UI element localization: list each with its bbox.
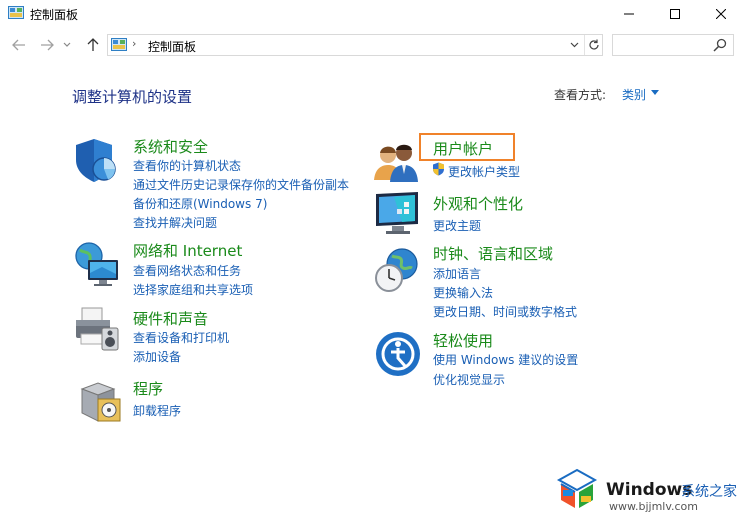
link-change-input-method[interactable]: 更换输入法: [433, 284, 493, 301]
caret-down-icon[interactable]: [651, 90, 659, 95]
category-ease-of-access[interactable]: 轻松使用: [433, 330, 493, 351]
minimize-icon: [624, 13, 634, 15]
link-add-device[interactable]: 添加设备: [133, 348, 181, 365]
title-bar: 控制面板: [0, 0, 744, 28]
ease-of-access-icon[interactable]: [374, 330, 424, 380]
link-change-theme[interactable]: 更改主题: [433, 217, 481, 234]
link-file-history-backup[interactable]: 通过文件历史记录保存你的文件备份副本: [133, 176, 349, 193]
category-hardware-sound[interactable]: 硬件和声音: [133, 308, 208, 329]
chevron-down-icon: [63, 42, 71, 47]
clock-globe-icon[interactable]: [372, 246, 422, 296]
link-homegroup-sharing[interactable]: 选择家庭组和共享选项: [133, 281, 253, 298]
watermark-brand-suffix: 系统之家: [681, 484, 737, 500]
link-recommended-settings[interactable]: 使用 Windows 建议的设置: [433, 351, 578, 368]
minimize-button[interactable]: [606, 0, 652, 28]
category-appearance-personalization[interactable]: 外观和个性化: [433, 193, 523, 214]
recent-locations-button[interactable]: [60, 34, 74, 56]
category-system-security[interactable]: 系统和安全: [133, 136, 208, 157]
link-change-date-time-format[interactable]: 更改日期、时间或数字格式: [433, 303, 577, 320]
uac-shield-icon: [433, 162, 444, 176]
back-button[interactable]: [8, 34, 30, 56]
link-network-status[interactable]: 查看网络状态和任务: [133, 262, 241, 279]
search-input[interactable]: [612, 34, 734, 56]
link-uninstall-program[interactable]: 卸载程序: [133, 402, 181, 419]
forward-button[interactable]: [36, 34, 58, 56]
control-panel-icon: [8, 6, 24, 19]
refresh-icon: [588, 39, 599, 50]
programs-box-icon[interactable]: [76, 377, 126, 427]
forward-arrow-icon: [41, 39, 54, 51]
page-title: 调整计算机的设置: [72, 88, 193, 106]
security-shield-icon[interactable]: [72, 136, 122, 186]
category-network-internet[interactable]: 网络和 Internet: [133, 240, 242, 261]
category-user-accounts[interactable]: 用户帐户: [433, 138, 493, 159]
link-devices-printers[interactable]: 查看设备和打印机: [133, 329, 229, 346]
link-optimize-visual-display[interactable]: 优化视觉显示: [433, 371, 505, 388]
network-globe-icon[interactable]: [72, 240, 122, 290]
maximize-button[interactable]: [652, 0, 698, 28]
window-title: 控制面板: [30, 8, 79, 22]
back-arrow-icon: [12, 39, 25, 51]
breadcrumb-control-panel[interactable]: 控制面板: [148, 38, 196, 55]
address-dropdown-button[interactable]: [566, 36, 582, 54]
close-button[interactable]: [698, 0, 744, 28]
category-clock-language-region[interactable]: 时钟、语言和区域: [433, 243, 553, 264]
maximize-icon: [670, 9, 680, 19]
link-backup-restore[interactable]: 备份和还原(Windows 7): [133, 195, 267, 212]
refresh-button[interactable]: [584, 35, 602, 55]
up-arrow-icon: [87, 38, 99, 51]
monitor-icon[interactable]: [372, 188, 422, 238]
link-troubleshoot[interactable]: 查找并解决问题: [133, 214, 217, 231]
view-by-label: 查看方式:: [554, 88, 607, 102]
watermark-url: www.bjjmlv.com: [609, 500, 698, 513]
windows-logo-icon: [556, 468, 598, 508]
control-panel-icon: [111, 38, 127, 51]
search-icon: [713, 38, 727, 52]
printer-icon[interactable]: [72, 306, 122, 356]
users-icon[interactable]: [372, 138, 422, 188]
link-change-account-type[interactable]: 更改帐户类型: [448, 163, 520, 180]
up-button[interactable]: [82, 34, 104, 56]
watermark-brand: Windows: [606, 480, 693, 500]
view-by-dropdown[interactable]: 类别: [622, 86, 646, 103]
close-icon: [716, 9, 726, 19]
navigation-bar: › 控制面板: [0, 28, 744, 62]
link-view-computer-status[interactable]: 查看你的计算机状态: [133, 157, 241, 174]
category-programs[interactable]: 程序: [133, 378, 163, 399]
chevron-down-icon: [570, 42, 578, 48]
link-add-language[interactable]: 添加语言: [433, 265, 481, 282]
breadcrumb-separator: ›: [132, 37, 137, 50]
address-bar[interactable]: › 控制面板: [107, 34, 603, 56]
